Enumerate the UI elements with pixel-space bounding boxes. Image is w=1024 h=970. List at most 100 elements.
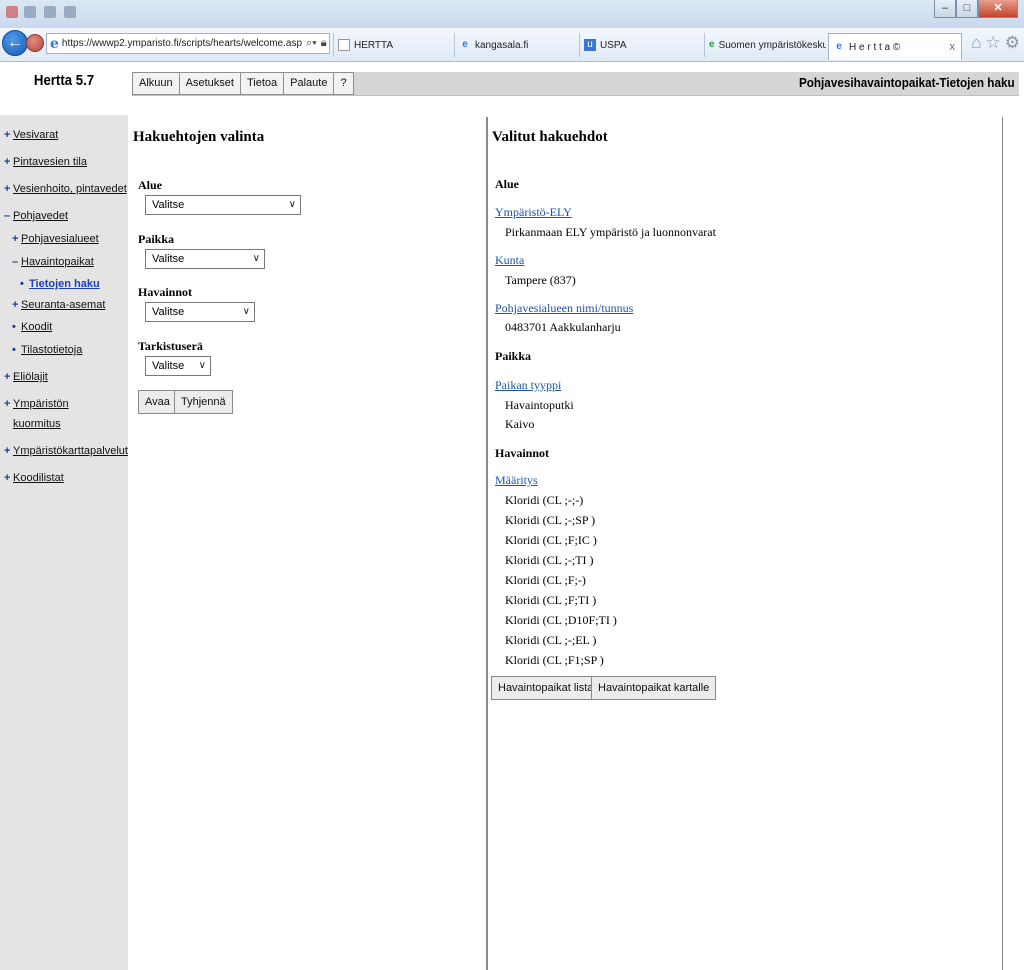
place-select[interactable]: Valitse ∨ — [145, 249, 265, 269]
observations-label: Havainnot — [138, 285, 193, 299]
sidebar-item-label[interactable]: Seuranta-asemat — [21, 299, 105, 311]
area-select-value: Valitse — [152, 199, 185, 211]
sidebar-item-label[interactable]: Koodilistat — [13, 472, 64, 484]
address-text[interactable]: https://wwwp2.ymparisto.fi/scripts/heart… — [62, 38, 302, 49]
sidebar-item-vesienhoito[interactable]: + Vesienhoito, pintavedet — [4, 183, 127, 195]
sidebar-item-seuranta-asemat[interactable]: + Seuranta-asemat — [12, 299, 105, 311]
clear-button[interactable]: Tyhjennä — [174, 390, 233, 414]
chevron-down-icon: ∨ — [288, 199, 296, 210]
menu-tietoa-button[interactable]: Tietoa — [239, 72, 285, 95]
menu-asetukset-button[interactable]: Asetukset — [178, 72, 241, 95]
maximize-button[interactable]: □ — [956, 0, 978, 18]
browser-app-icon — [6, 6, 18, 18]
tab-kangasala[interactable]: e kangasala.fi — [454, 33, 576, 57]
browser-nav-bar: ← e https://wwwp2.ymparisto.fi/scripts/h… — [0, 28, 1024, 62]
observations-select[interactable]: Valitse ∨ — [145, 302, 255, 322]
lock-icon[interactable]: 🔒︎ — [321, 37, 327, 50]
page-heading: Pohjavesihavaintopaikat-Tietojen haku — [799, 75, 1015, 90]
sidebar-item-label[interactable]: Ympäristökarttapalvelut — [13, 445, 128, 457]
sidebar-item-label[interactable]: Tilastotietoja — [21, 344, 82, 356]
ely-link[interactable]: Ympäristö-ELY — [495, 205, 572, 220]
save-icon[interactable] — [24, 6, 36, 18]
tab-hertta-active[interactable]: e H e r t t a © x — [828, 33, 962, 60]
observations-section-title: Havainnot — [495, 446, 550, 460]
groundwater-area-value: 0483701 Aakkulanharju — [505, 320, 621, 334]
close-window-button[interactable]: ✕ — [978, 0, 1018, 18]
minimize-button[interactable]: – — [934, 0, 956, 18]
sidebar-item-karttapalvelut[interactable]: + Ympäristökarttapalvelut — [4, 445, 128, 457]
sidebar-item-pohjavesialueet[interactable]: + Pohjavesialueet — [12, 233, 99, 245]
sidebar-item-label[interactable]: Tietojen haku — [29, 278, 100, 290]
sidebar-item-kuormitus[interactable]: kuormitus — [4, 418, 61, 430]
ie-logo-icon: e — [50, 35, 59, 52]
area-select[interactable]: Valitse ∨ — [145, 195, 301, 215]
forward-button[interactable] — [26, 34, 44, 52]
sidebar-item-label[interactable]: Ympäristön — [13, 398, 69, 410]
browser-tools: ⌂ ☆ ⚙ — [971, 33, 1020, 53]
sidebar-item-label[interactable]: Pohjavedet — [13, 210, 68, 222]
determination-value: Kloridi (CL ;F;-) — [505, 573, 586, 587]
sidebar-item-ymparisto[interactable]: + Ympäristön — [4, 398, 69, 410]
municipality-link[interactable]: Kunta — [495, 253, 524, 268]
open-button[interactable]: Avaa — [138, 390, 177, 414]
page-icon — [338, 39, 350, 51]
menu-alkuun-button[interactable]: Alkuun — [132, 72, 180, 95]
home-icon[interactable]: ⌂ — [971, 33, 981, 53]
ie-page-icon: e — [462, 39, 468, 50]
place-type-link[interactable]: Paikan tyyppi — [495, 378, 561, 393]
area-section-title: Alue — [495, 177, 519, 191]
sidebar-item-label[interactable]: Eliölajit — [13, 371, 48, 383]
close-tab-icon[interactable]: x — [950, 41, 956, 53]
sidebar-item-label[interactable]: Pohjavesialueet — [21, 233, 99, 245]
place-section-title: Paikka — [495, 349, 532, 363]
sidebar-item-label[interactable]: Vesivarat — [13, 129, 58, 141]
sidebar-item-koodit[interactable]: • Koodit — [12, 321, 52, 333]
determination-link[interactable]: Määritys — [495, 473, 538, 488]
ely-value: Pirkanmaan ELY ympäristö ja luonnonvarat — [505, 225, 716, 239]
chevron-down-icon: ∨ — [252, 253, 260, 264]
undo-icon[interactable] — [44, 6, 56, 18]
sidebar-item-koodilistat[interactable]: + Koodilistat — [4, 472, 64, 484]
sidebar-item-tilastotietoja[interactable]: • Tilastotietoja — [12, 344, 82, 356]
tab-hertta[interactable]: HERTTA — [333, 33, 451, 57]
menu-palaute-button[interactable]: Palaute — [283, 72, 335, 95]
determination-value: Kloridi (CL ;-;EL ) — [505, 633, 597, 647]
favorites-star-icon[interactable]: ☆ — [986, 33, 1001, 53]
sidebar-item-havaintopaikat[interactable]: – Havaintopaikat — [12, 256, 94, 268]
municipality-value: Tampere (837) — [505, 273, 576, 287]
sidebar-item-pohjavedet[interactable]: – Pohjavedet — [4, 210, 68, 222]
sidebar-item-label[interactable]: Havaintopaikat — [21, 256, 94, 268]
tab-uspa[interactable]: u USPA — [579, 33, 701, 57]
tab-label: kangasala.fi — [475, 39, 529, 51]
address-bar[interactable]: e https://wwwp2.ymparisto.fi/scripts/hea… — [46, 33, 330, 54]
area-label: Alue — [138, 178, 162, 192]
sidebar-item-label[interactable]: Vesienhoito, pintavedet — [13, 183, 127, 195]
sidebar: + Vesivarat + Pintavesien tila + Vesienhoit… — [0, 115, 128, 970]
batch-label: Tarkistuserä — [138, 339, 203, 353]
sidebar-item-label[interactable]: Koodit — [21, 321, 52, 333]
ie-page-icon: e — [836, 41, 842, 52]
redo-icon[interactable] — [64, 6, 76, 18]
determination-value: Kloridi (CL ;-;TI ) — [505, 553, 594, 567]
app-title: Hertta 5.7 — [33, 72, 95, 89]
panel-border — [1002, 117, 1003, 970]
menu-help-button[interactable]: ? — [333, 72, 354, 95]
sidebar-item-vesivarat[interactable]: + Vesivarat — [4, 129, 58, 141]
determination-value: Kloridi (CL ;F1;SP ) — [505, 653, 604, 667]
sidebar-item-label[interactable]: kuormitus — [13, 418, 61, 430]
map-places-button[interactable]: Havaintopaikat kartalle — [591, 676, 717, 700]
tab-syke[interactable]: e Suomen ympäristökeskus > ... — [704, 33, 826, 57]
batch-select[interactable]: Valitse ∨ — [145, 356, 211, 376]
batch-select-value: Valitse — [152, 360, 185, 372]
window-controls: – □ ✕ — [934, 0, 1018, 18]
determination-value: Kloridi (CL ;-;-) — [505, 493, 584, 507]
search-icon[interactable]: ⌕▾ — [306, 37, 317, 50]
sidebar-item-tietojen-haku[interactable]: • Tietojen haku — [20, 278, 100, 290]
groundwater-area-link[interactable]: Pohjavesialueen nimi/tunnus — [495, 301, 633, 316]
sidebar-item-label[interactable]: Pintavesien tila — [13, 156, 87, 168]
sidebar-item-pintavesien-tila[interactable]: + Pintavesien tila — [4, 156, 87, 168]
gear-icon[interactable]: ⚙ — [1005, 33, 1020, 53]
back-button[interactable]: ← — [2, 30, 28, 56]
place-type-value: Kaivo — [505, 417, 535, 431]
sidebar-item-eliolajit[interactable]: + Eliölajit — [4, 371, 48, 383]
